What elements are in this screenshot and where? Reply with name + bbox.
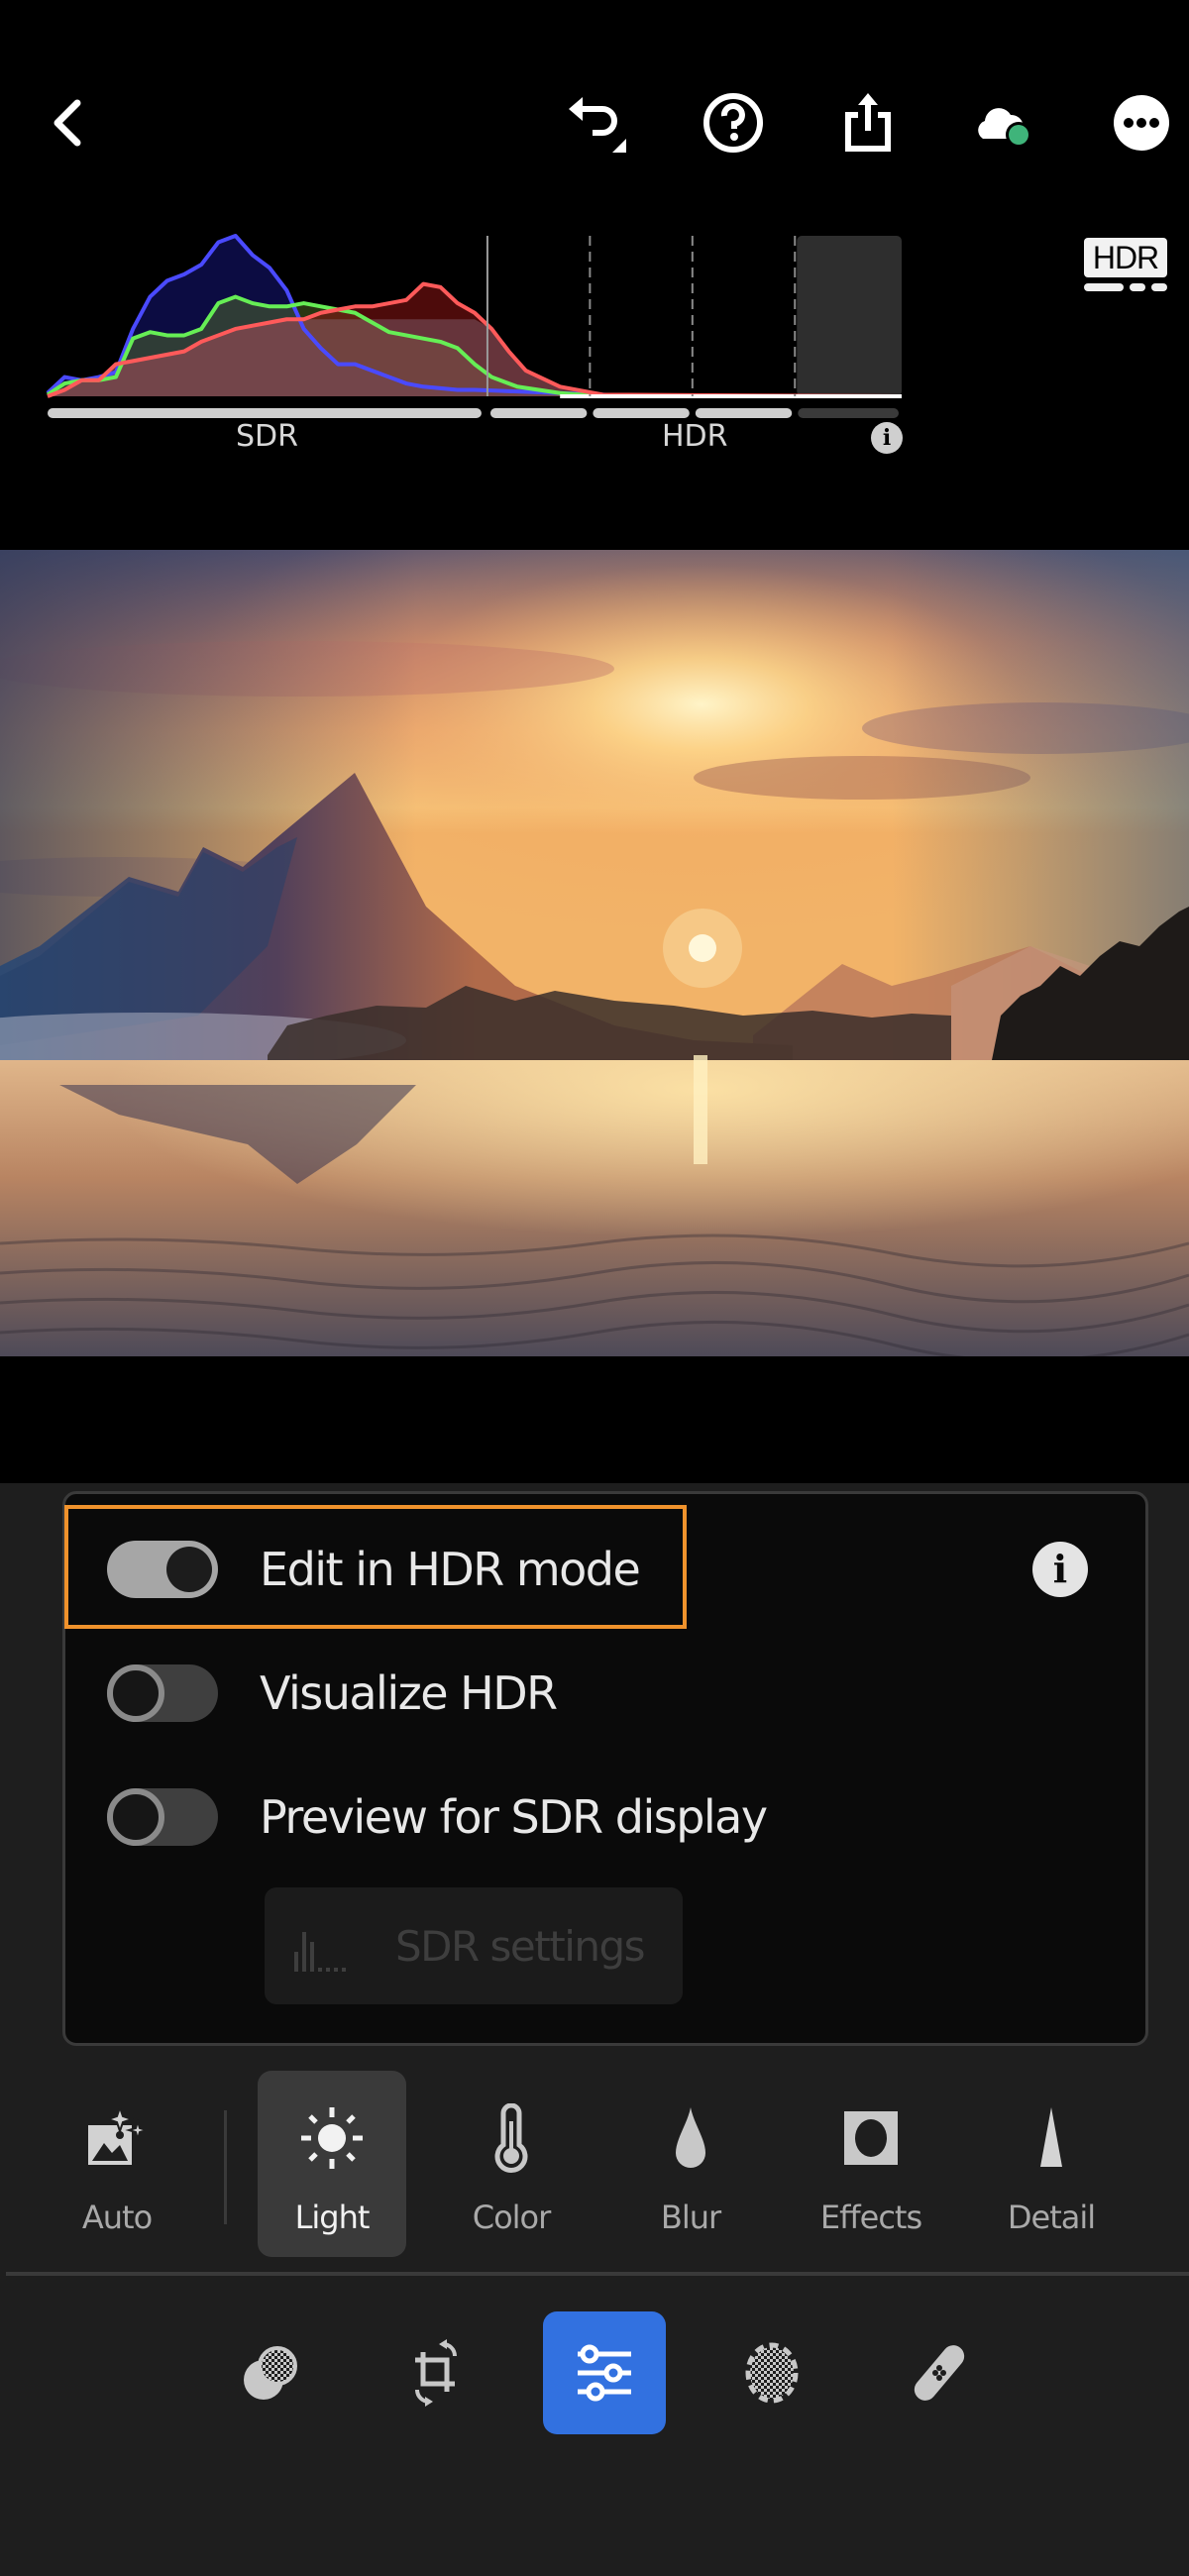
top-bar <box>0 0 1189 218</box>
more-icon <box>1114 95 1169 151</box>
visualize-hdr-toggle[interactable] <box>107 1664 218 1722</box>
edit-in-hdr-toggle[interactable] <box>107 1541 218 1598</box>
tab-separator <box>224 2110 227 2224</box>
help-button[interactable] <box>698 87 769 159</box>
tab-label: Effects <box>819 2199 922 2236</box>
share-button[interactable] <box>832 87 904 159</box>
photo-canvas[interactable] <box>0 550 1189 1356</box>
auto-enhance-icon <box>88 2103 151 2165</box>
tab-label: Auto <box>81 2199 153 2236</box>
edit-in-hdr-label: Edit in HDR mode <box>260 1543 641 1596</box>
bandage-icon <box>914 2345 965 2401</box>
tab-auto[interactable]: Auto <box>43 2071 191 2257</box>
hdr-badge-segment <box>1084 283 1124 291</box>
healing-button[interactable] <box>878 2311 1001 2434</box>
tab-label: Light <box>294 2199 371 2236</box>
sliders-icon <box>578 2344 631 2402</box>
masking-icon <box>745 2342 799 2404</box>
more-button[interactable] <box>1106 87 1177 159</box>
tab-blur[interactable]: Blur <box>616 2071 765 2257</box>
hdr-label: HDR <box>662 419 728 454</box>
share-icon <box>845 93 891 152</box>
toggle-knob <box>166 1547 212 1592</box>
sync-status-dot <box>1009 125 1028 145</box>
tab-label: Blur <box>660 2199 721 2236</box>
tab-color[interactable]: Color <box>437 2071 586 2257</box>
chevron-left-icon <box>54 99 81 147</box>
tab-effects[interactable]: Effects <box>797 2071 945 2257</box>
toolbar-divider <box>6 2272 1189 2276</box>
range-bar-headroom-segment <box>798 408 899 418</box>
droplet-icon <box>676 2107 705 2168</box>
edit-in-hdr-toggle-row[interactable]: Edit in HDR mode <box>107 1540 641 1599</box>
hdr-badge-segment <box>1151 283 1167 291</box>
preview-sdr-toggle[interactable] <box>107 1788 218 1846</box>
back-button[interactable] <box>32 87 103 159</box>
range-bar-hdr-segment <box>593 408 690 418</box>
cloud-sync-button[interactable] <box>967 87 1038 159</box>
histogram[interactable] <box>40 228 912 466</box>
tool-tabs: Auto Light Color Blur Effects Detail <box>0 2071 1189 2269</box>
range-bar-sdr-segment <box>48 408 482 418</box>
visualize-hdr-toggle-row[interactable]: Visualize HDR <box>107 1664 558 1723</box>
tab-detail[interactable]: Detail <box>977 2071 1126 2257</box>
crop-rotate-icon <box>415 2339 457 2407</box>
hdr-badge[interactable]: HDR <box>1084 236 1167 293</box>
preview-sdr-toggle-row[interactable]: Preview for SDR display <box>107 1787 768 1847</box>
sun-icon <box>301 2107 363 2169</box>
presets-icon <box>244 2346 297 2400</box>
histogram-chart <box>46 234 903 418</box>
undo-button[interactable] <box>561 87 632 159</box>
visualize-hdr-label: Visualize HDR <box>260 1666 558 1720</box>
toggle-knob <box>107 1788 164 1846</box>
thermometer-icon <box>494 2103 528 2173</box>
masking-button[interactable] <box>710 2311 833 2434</box>
range-bar-hdr-segment <box>695 408 793 418</box>
triangle-icon <box>1040 2107 1062 2167</box>
presets-button[interactable] <box>209 2311 332 2434</box>
hdr-info-button[interactable]: i <box>1032 1542 1088 1597</box>
sdr-label: SDR <box>236 419 298 454</box>
undo-icon <box>569 97 626 153</box>
sdr-settings-label: SDR settings <box>395 1921 646 1971</box>
histogram-bars-icon <box>294 1932 346 1972</box>
tab-label: Color <box>472 2199 552 2236</box>
hdr-headroom-region <box>797 236 902 396</box>
histogram-info-button[interactable]: i <box>871 422 903 454</box>
help-icon <box>703 93 763 153</box>
hdr-badge-segment <box>1130 283 1145 291</box>
tab-label: Detail <box>1007 2199 1096 2236</box>
range-bar-hdr-segment <box>489 408 588 418</box>
photo-image <box>0 550 1189 1356</box>
preview-sdr-label: Preview for SDR display <box>260 1790 768 1844</box>
sdr-settings-button[interactable]: SDR settings <box>265 1887 683 2004</box>
edit-button[interactable] <box>543 2311 666 2434</box>
toggle-knob <box>107 1664 164 1722</box>
hdr-badge-label: HDR <box>1084 238 1167 277</box>
cloud-sync-icon <box>978 108 1031 148</box>
vignette-icon <box>844 2111 898 2165</box>
tab-light[interactable]: Light <box>258 2071 406 2257</box>
crop-button[interactable] <box>375 2311 497 2434</box>
